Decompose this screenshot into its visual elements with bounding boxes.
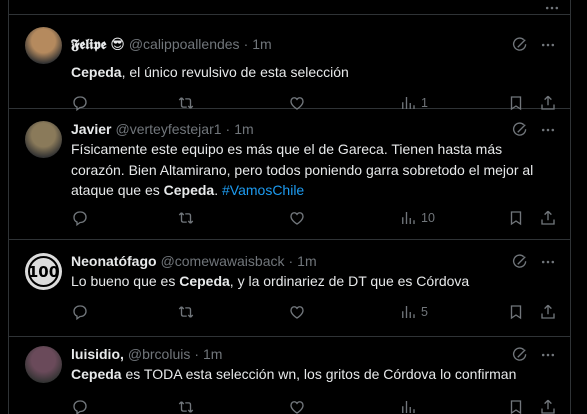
separator-dot: · [243,36,249,52]
separator-dot: · [288,253,294,269]
views-button[interactable]: 10 [399,208,435,228]
timestamp[interactable]: 1m [297,253,316,269]
tweet[interactable]: 𝕱𝖊𝖑𝖎𝖕𝖊 😎 @calippoallendes · 1m Cepeda, el ún… [9,15,570,112]
like-button[interactable] [288,397,306,414]
display-name[interactable]: Javier [71,121,111,137]
timestamp[interactable]: 1m [234,121,253,137]
tweet-header: Javier @verteyfestejar1 · 1m [71,120,254,138]
share-button[interactable] [539,397,557,414]
share-button[interactable] [539,302,557,322]
grok-icon[interactable] [510,120,530,140]
tweet-text: Lo bueno que es Cepeda, y la ordinariez … [71,271,551,292]
highlighted-keyword: Cepeda [179,273,230,289]
previous-tweet-bottom [9,0,570,15]
reply-button[interactable] [71,208,89,228]
retweet-icon [177,209,195,227]
highlighted-keyword: Cepeda [71,64,122,80]
tweet-text-segment: , el único revulsivo de esta selección [121,64,349,80]
highlighted-keyword: Cepeda [163,182,215,198]
views-icon [399,209,417,227]
views-count: 5 [421,305,428,319]
tweet-text-segment: es TODA esta selección wn, los gritos de… [121,366,517,382]
tweet[interactable]: luisidio, @brcoluis · 1m Cepeda es TODA esta… [9,337,570,414]
reply-button[interactable] [71,397,89,414]
retweet-button[interactable] [177,397,195,414]
views-count: 1 [421,96,428,110]
like-button[interactable] [288,302,306,322]
tweet-text: Cepeda es TODA esta selección wn, los gr… [71,364,551,385]
tweet-text: Cepeda, el único revulsivo de esta selec… [71,62,551,83]
reply-button[interactable] [71,302,89,322]
retweet-icon [177,303,195,321]
user-handle[interactable]: @verteyfestejar1 [115,121,221,137]
views-icon [399,398,417,414]
bookmark-icon [507,303,525,321]
views-count: 10 [421,211,435,225]
highlighted-keyword: Cepeda [71,366,122,382]
tweet[interactable]: Javier @verteyfestejar1 · 1m Físicamente est… [9,109,570,240]
tweet-header: 𝕱𝖊𝖑𝖎𝖕𝖊 😎 @calippoallendes · 1m [71,35,272,53]
avatar[interactable] [25,346,62,383]
bookmark-button[interactable] [507,302,525,322]
more-icon[interactable] [538,120,558,140]
tweet-actions [71,397,565,414]
tweet-header: Neonatófago @comewawaisback · 1m [71,252,317,270]
display-name[interactable]: luisidio, [71,346,124,362]
retweet-icon [177,398,195,414]
share-icon [539,398,557,414]
hashtag-link[interactable]: #VamosChile [222,182,304,198]
grok-icon[interactable] [510,35,530,55]
tweet-header: luisidio, @brcoluis · 1m [71,345,222,363]
user-handle[interactable]: @comewawaisback [161,253,285,269]
views-button[interactable]: 5 [399,302,428,322]
like-button[interactable] [288,208,306,228]
share-icon [539,303,557,321]
avatar[interactable] [25,121,62,158]
timestamp[interactable]: 1m [252,36,271,52]
more-icon[interactable] [538,252,558,272]
avatar[interactable]: 100 [25,253,62,290]
tweet-text-segment: , y la ordinariez de DT que es Córdova [229,273,470,289]
views-icon [399,303,417,321]
reply-icon [71,303,89,321]
avatar-logo-text: 100 [28,256,59,287]
like-icon [288,209,306,227]
more-icon[interactable] [538,35,558,55]
reply-icon [71,209,89,227]
grok-icon[interactable] [510,252,530,272]
avatar[interactable] [25,27,62,64]
user-handle[interactable]: @brcoluis [128,346,190,362]
user-handle[interactable]: @calippoallendes [129,36,240,52]
tweet-text-segment: . [214,182,222,198]
tweet[interactable]: 100 Neonatófago @comewawaisback · 1m Lo bueno… [9,240,570,337]
tweet-actions: 10 [71,208,565,228]
retweet-button[interactable] [177,208,195,228]
more-icon[interactable] [538,345,558,365]
reply-icon [71,398,89,414]
separator-dot: · [194,346,200,362]
timeline-feed: 𝕱𝖊𝖑𝖎𝖕𝖊 😎 @calippoallendes · 1m Cepeda, el ún… [8,0,571,414]
display-name[interactable]: Neonatófago [71,253,157,269]
share-button[interactable] [539,208,557,228]
tweet-text-segment: Lo bueno que es [71,273,180,289]
like-icon [288,303,306,321]
timestamp[interactable]: 1m [203,346,222,362]
retweet-button[interactable] [177,302,195,322]
bookmark-button[interactable] [507,397,525,414]
bookmark-button[interactable] [507,208,525,228]
bookmark-icon [507,209,525,227]
separator-dot: · [225,121,231,137]
views-button[interactable] [399,397,417,414]
tweet-text: Físicamente este equipo es más que el de… [71,139,551,201]
display-name[interactable]: 𝕱𝖊𝖑𝖎𝖕𝖊 😎 [71,36,125,53]
share-icon [539,209,557,227]
bookmark-icon [507,398,525,414]
tweet-actions: 5 [71,302,565,322]
grok-icon[interactable] [510,345,530,365]
like-icon [288,398,306,414]
